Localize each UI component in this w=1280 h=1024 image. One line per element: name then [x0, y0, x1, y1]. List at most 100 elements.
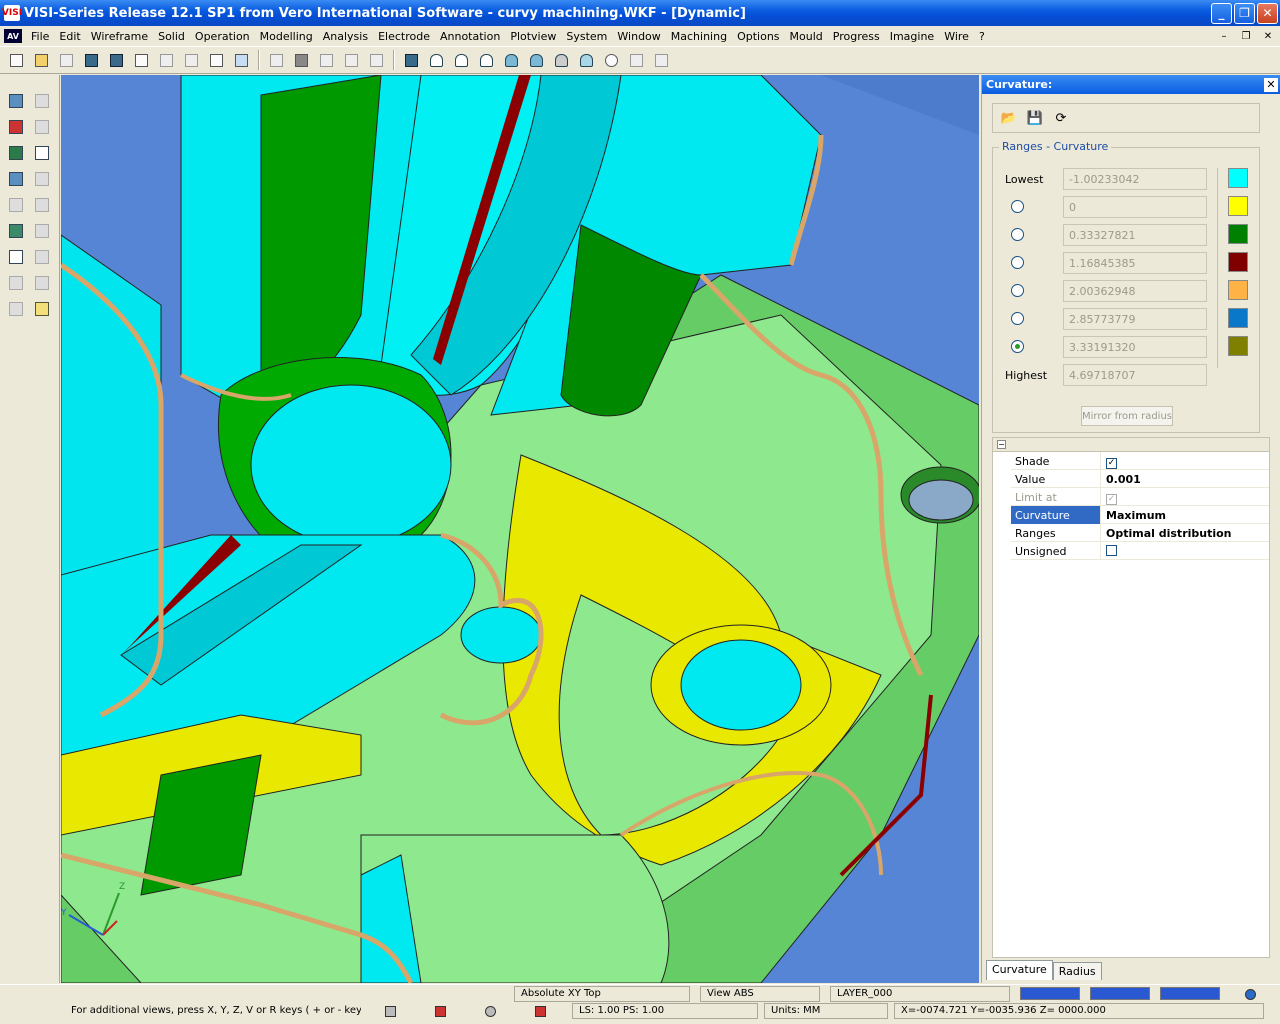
select-icon[interactable]: [6, 91, 26, 111]
property-row[interactable]: Value 0.001: [1011, 470, 1269, 488]
menu-logo-icon[interactable]: AV: [4, 29, 22, 43]
mdi-close-button[interactable]: ✕: [1260, 31, 1276, 42]
section-view-icon[interactable]: [626, 50, 646, 70]
graphics-viewport[interactable]: Z Y: [61, 75, 979, 983]
menu-item-window[interactable]: Window: [612, 30, 665, 43]
property-value[interactable]: ✓: [1103, 488, 1269, 506]
menu-item-mould[interactable]: Mould: [785, 30, 828, 43]
minimize-button[interactable]: _: [1211, 2, 1232, 24]
range-radio[interactable]: [1011, 200, 1024, 213]
solid-icon[interactable]: [432, 1003, 448, 1019]
paint-icon[interactable]: [6, 221, 26, 241]
menu-item-wireframe[interactable]: Wireframe: [86, 30, 153, 43]
color-swatch[interactable]: [1228, 224, 1248, 244]
menu-item-progress[interactable]: Progress: [828, 30, 885, 43]
globe-icon[interactable]: [1242, 986, 1258, 1002]
menu-item-file[interactable]: File: [26, 30, 54, 43]
mesh-icon[interactable]: [601, 50, 621, 70]
property-value[interactable]: ✓: [1103, 452, 1269, 470]
cylinder-shaded-edges-icon[interactable]: [526, 50, 546, 70]
menu-item-modelling[interactable]: Modelling: [255, 30, 318, 43]
analysis-icon[interactable]: [32, 299, 52, 319]
color-swatch[interactable]: [1228, 252, 1248, 272]
collapse-icon[interactable]: −: [997, 440, 1006, 449]
cylinder-shaded-icon[interactable]: [501, 50, 521, 70]
window-icon[interactable]: [231, 50, 251, 70]
zoom-window-icon[interactable]: [32, 143, 52, 163]
menu-item-annotation[interactable]: Annotation: [435, 30, 505, 43]
status-color-3[interactable]: [1160, 987, 1220, 1000]
menu-item-imagine[interactable]: Imagine: [885, 30, 939, 43]
menu-item-analysis[interactable]: Analysis: [318, 30, 373, 43]
property-row[interactable]: Ranges Optimal distribution: [1011, 524, 1269, 542]
dynamic-shade-icon[interactable]: [401, 50, 421, 70]
export-icon[interactable]: [181, 50, 201, 70]
property-row[interactable]: Unsigned: [1011, 542, 1269, 560]
menu-item-wire[interactable]: Wire: [939, 30, 974, 43]
layers-icon[interactable]: [266, 50, 286, 70]
model-view[interactable]: Z Y: [61, 75, 979, 983]
mdi-minimize-button[interactable]: –: [1216, 31, 1232, 42]
print-icon[interactable]: [131, 50, 151, 70]
status-layer[interactable]: LAYER_000: [830, 986, 1010, 1002]
refresh-icon[interactable]: ⟳: [1051, 108, 1071, 128]
color-swatch[interactable]: [1228, 280, 1248, 300]
open-recent-icon[interactable]: [56, 50, 76, 70]
help-icon[interactable]: [6, 247, 26, 267]
cylinder-hidden-icon[interactable]: [476, 50, 496, 70]
restore-button[interactable]: ❐: [1234, 2, 1255, 24]
cylinder-outline-icon[interactable]: [451, 50, 471, 70]
property-value[interactable]: 0.001: [1103, 470, 1269, 488]
shaded-solid-icon[interactable]: [291, 50, 311, 70]
mdi-restore-button[interactable]: ❐: [1238, 31, 1254, 42]
zoom-all-icon[interactable]: [6, 169, 26, 189]
open-folder-icon[interactable]: 📂: [999, 108, 1019, 128]
save-all-icon[interactable]: [106, 50, 126, 70]
color-swatch[interactable]: [1228, 308, 1248, 328]
section-plane-icon[interactable]: [651, 50, 671, 70]
range-radio[interactable]: [1011, 340, 1024, 353]
status-color-2[interactable]: [1090, 987, 1150, 1000]
property-value[interactable]: Maximum: [1103, 506, 1269, 524]
property-value[interactable]: Optimal distribution: [1103, 524, 1269, 542]
property-row[interactable]: Limit at bottom ✓: [1011, 488, 1269, 517]
save-icon[interactable]: 💾: [1025, 108, 1045, 128]
color-swatch[interactable]: [1228, 196, 1248, 216]
cylinder-texture-icon[interactable]: [551, 50, 571, 70]
menu-item-solid[interactable]: Solid: [153, 30, 190, 43]
cylinder-wire-icon[interactable]: [426, 50, 446, 70]
menu-item-operation[interactable]: Operation: [190, 30, 255, 43]
menu-item-machining[interactable]: Machining: [666, 30, 732, 43]
settings-icon[interactable]: [206, 50, 226, 70]
menu-item-edit[interactable]: Edit: [54, 30, 85, 43]
menu-item-system[interactable]: System: [561, 30, 612, 43]
edges-view-icon[interactable]: [366, 50, 386, 70]
range-radio[interactable]: [1011, 256, 1024, 269]
range-radio[interactable]: [1011, 312, 1024, 325]
grid-snap-icon[interactable]: [382, 1003, 398, 1019]
menu-item-options[interactable]: Options: [732, 30, 784, 43]
mirror-from-radius-button[interactable]: Mirror from radius: [1081, 406, 1173, 426]
color-swatch[interactable]: [1228, 336, 1248, 356]
transform-icon[interactable]: [6, 143, 26, 163]
property-row[interactable]: Shade ✓: [1011, 452, 1269, 470]
property-checkbox[interactable]: [1106, 545, 1117, 556]
property-row[interactable]: Curvature Maximum: [1011, 506, 1269, 524]
property-value[interactable]: [1103, 542, 1269, 560]
wireframe-view-icon[interactable]: [341, 50, 361, 70]
move-icon[interactable]: [6, 117, 26, 137]
property-checkbox[interactable]: ✓: [1106, 458, 1117, 469]
hidden-line-icon[interactable]: [316, 50, 336, 70]
range-radio[interactable]: [1011, 228, 1024, 241]
record-icon[interactable]: [532, 1003, 548, 1019]
tab-curvature[interactable]: Curvature: [986, 960, 1053, 980]
menu-item--[interactable]: ?: [974, 30, 990, 43]
range-radio[interactable]: [1011, 284, 1024, 297]
color-swatch[interactable]: [1228, 168, 1248, 188]
panel-close-button[interactable]: ✕: [1264, 77, 1278, 92]
import-icon[interactable]: [156, 50, 176, 70]
save-icon[interactable]: [81, 50, 101, 70]
app-icon[interactable]: VISI: [2, 5, 22, 21]
cylinder-transparent-icon[interactable]: [576, 50, 596, 70]
menu-item-plotview[interactable]: Plotview: [505, 30, 561, 43]
